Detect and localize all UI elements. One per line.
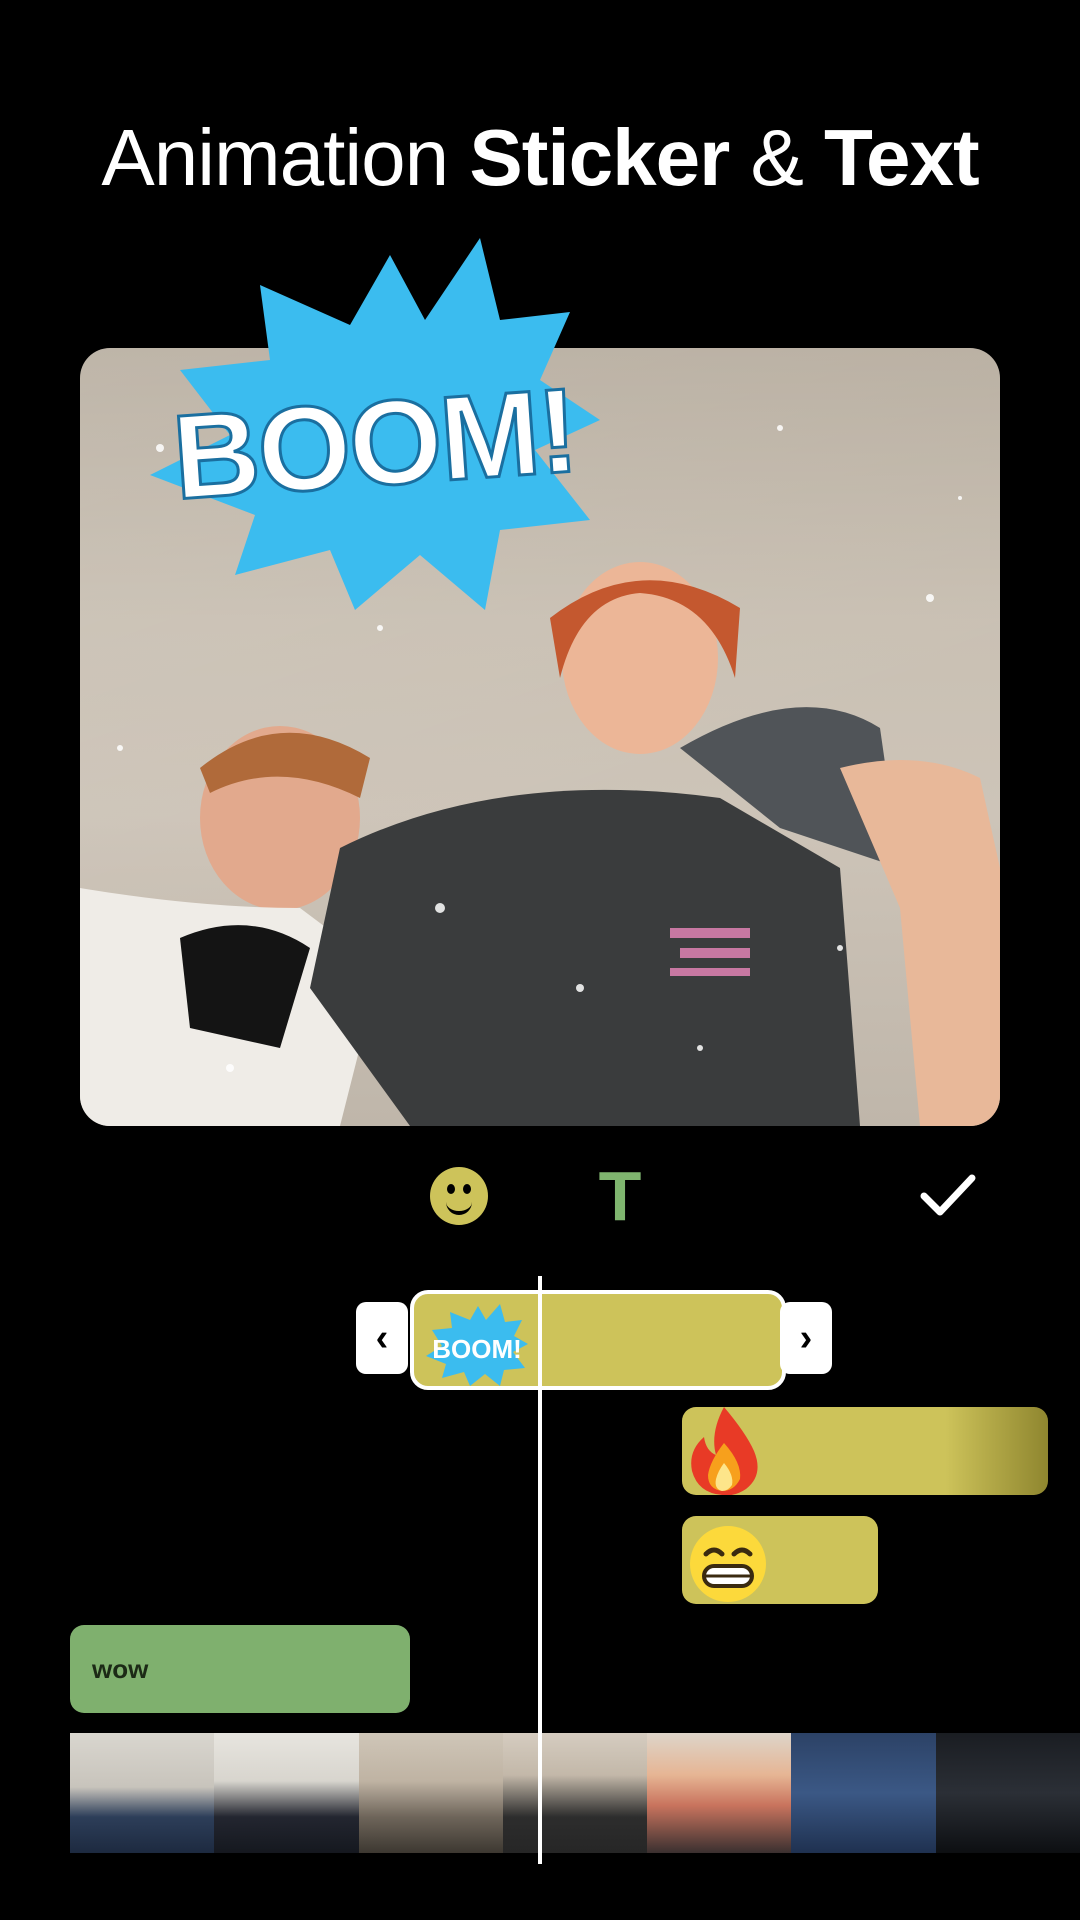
boom-thumbnail: BOOM!: [426, 1304, 528, 1386]
playhead[interactable]: [538, 1276, 542, 1864]
text-track-wow[interactable]: wow: [70, 1625, 410, 1713]
video-filmstrip[interactable]: [70, 1733, 1080, 1853]
emoji-mouth: [446, 1199, 472, 1215]
headline-part-animation: Animation: [101, 113, 449, 202]
sticker-track-fire[interactable]: [682, 1407, 1048, 1495]
emoji-eye-right: [463, 1184, 471, 1194]
grinning-emoji-icon: [690, 1526, 766, 1602]
sticker-track-boom[interactable]: BOOM!: [410, 1290, 786, 1390]
trim-handle-right[interactable]: ›: [780, 1302, 832, 1374]
filmstrip-frame: [791, 1733, 936, 1853]
checkmark-icon[interactable]: [918, 1170, 978, 1220]
filmstrip-frame: [502, 1733, 648, 1853]
filmstrip-frame: [214, 1733, 359, 1853]
boom-text: BOOM!: [169, 363, 581, 525]
text-track-label: wow: [92, 1654, 149, 1684]
boom-thumbnail-text: BOOM!: [432, 1334, 522, 1364]
headline-part-sticker: Sticker: [469, 113, 730, 202]
filmstrip-frame: [647, 1733, 792, 1853]
headline-part-ampersand: &: [750, 113, 803, 202]
sticker-track-grin[interactable]: [682, 1516, 878, 1604]
headline-part-text: Text: [824, 113, 980, 202]
boom-sticker[interactable]: BOOM!: [140, 230, 610, 620]
headline: Animation Sticker & Text: [0, 108, 1080, 208]
emoji-eye-left: [447, 1184, 455, 1194]
fire-emoji-icon: [691, 1407, 758, 1495]
sticker-tool-emoji-icon[interactable]: [430, 1167, 488, 1225]
filmstrip-frame: [70, 1733, 215, 1853]
trim-handle-left[interactable]: ‹: [356, 1302, 408, 1374]
text-tool-icon[interactable]: T: [595, 1160, 645, 1232]
filmstrip-frame: [935, 1733, 1080, 1853]
filmstrip-frame: [358, 1733, 503, 1853]
